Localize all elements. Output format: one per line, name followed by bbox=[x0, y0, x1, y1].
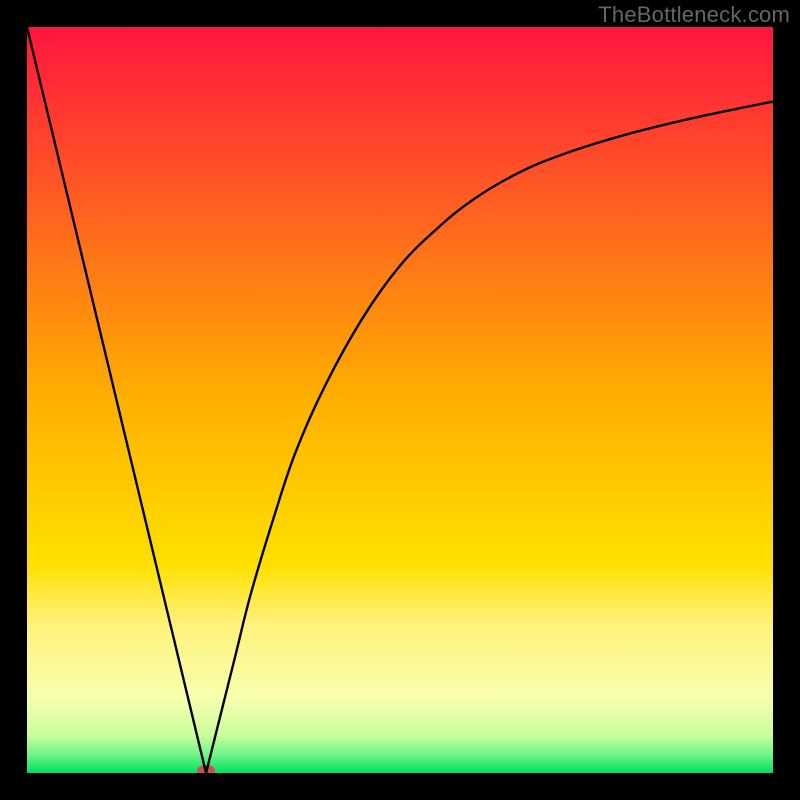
chart-frame: TheBottleneck.com bbox=[0, 0, 800, 800]
plot-svg bbox=[27, 27, 773, 773]
plot-area bbox=[27, 27, 773, 773]
watermark-text: TheBottleneck.com bbox=[598, 2, 790, 28]
gradient-background bbox=[27, 27, 773, 773]
